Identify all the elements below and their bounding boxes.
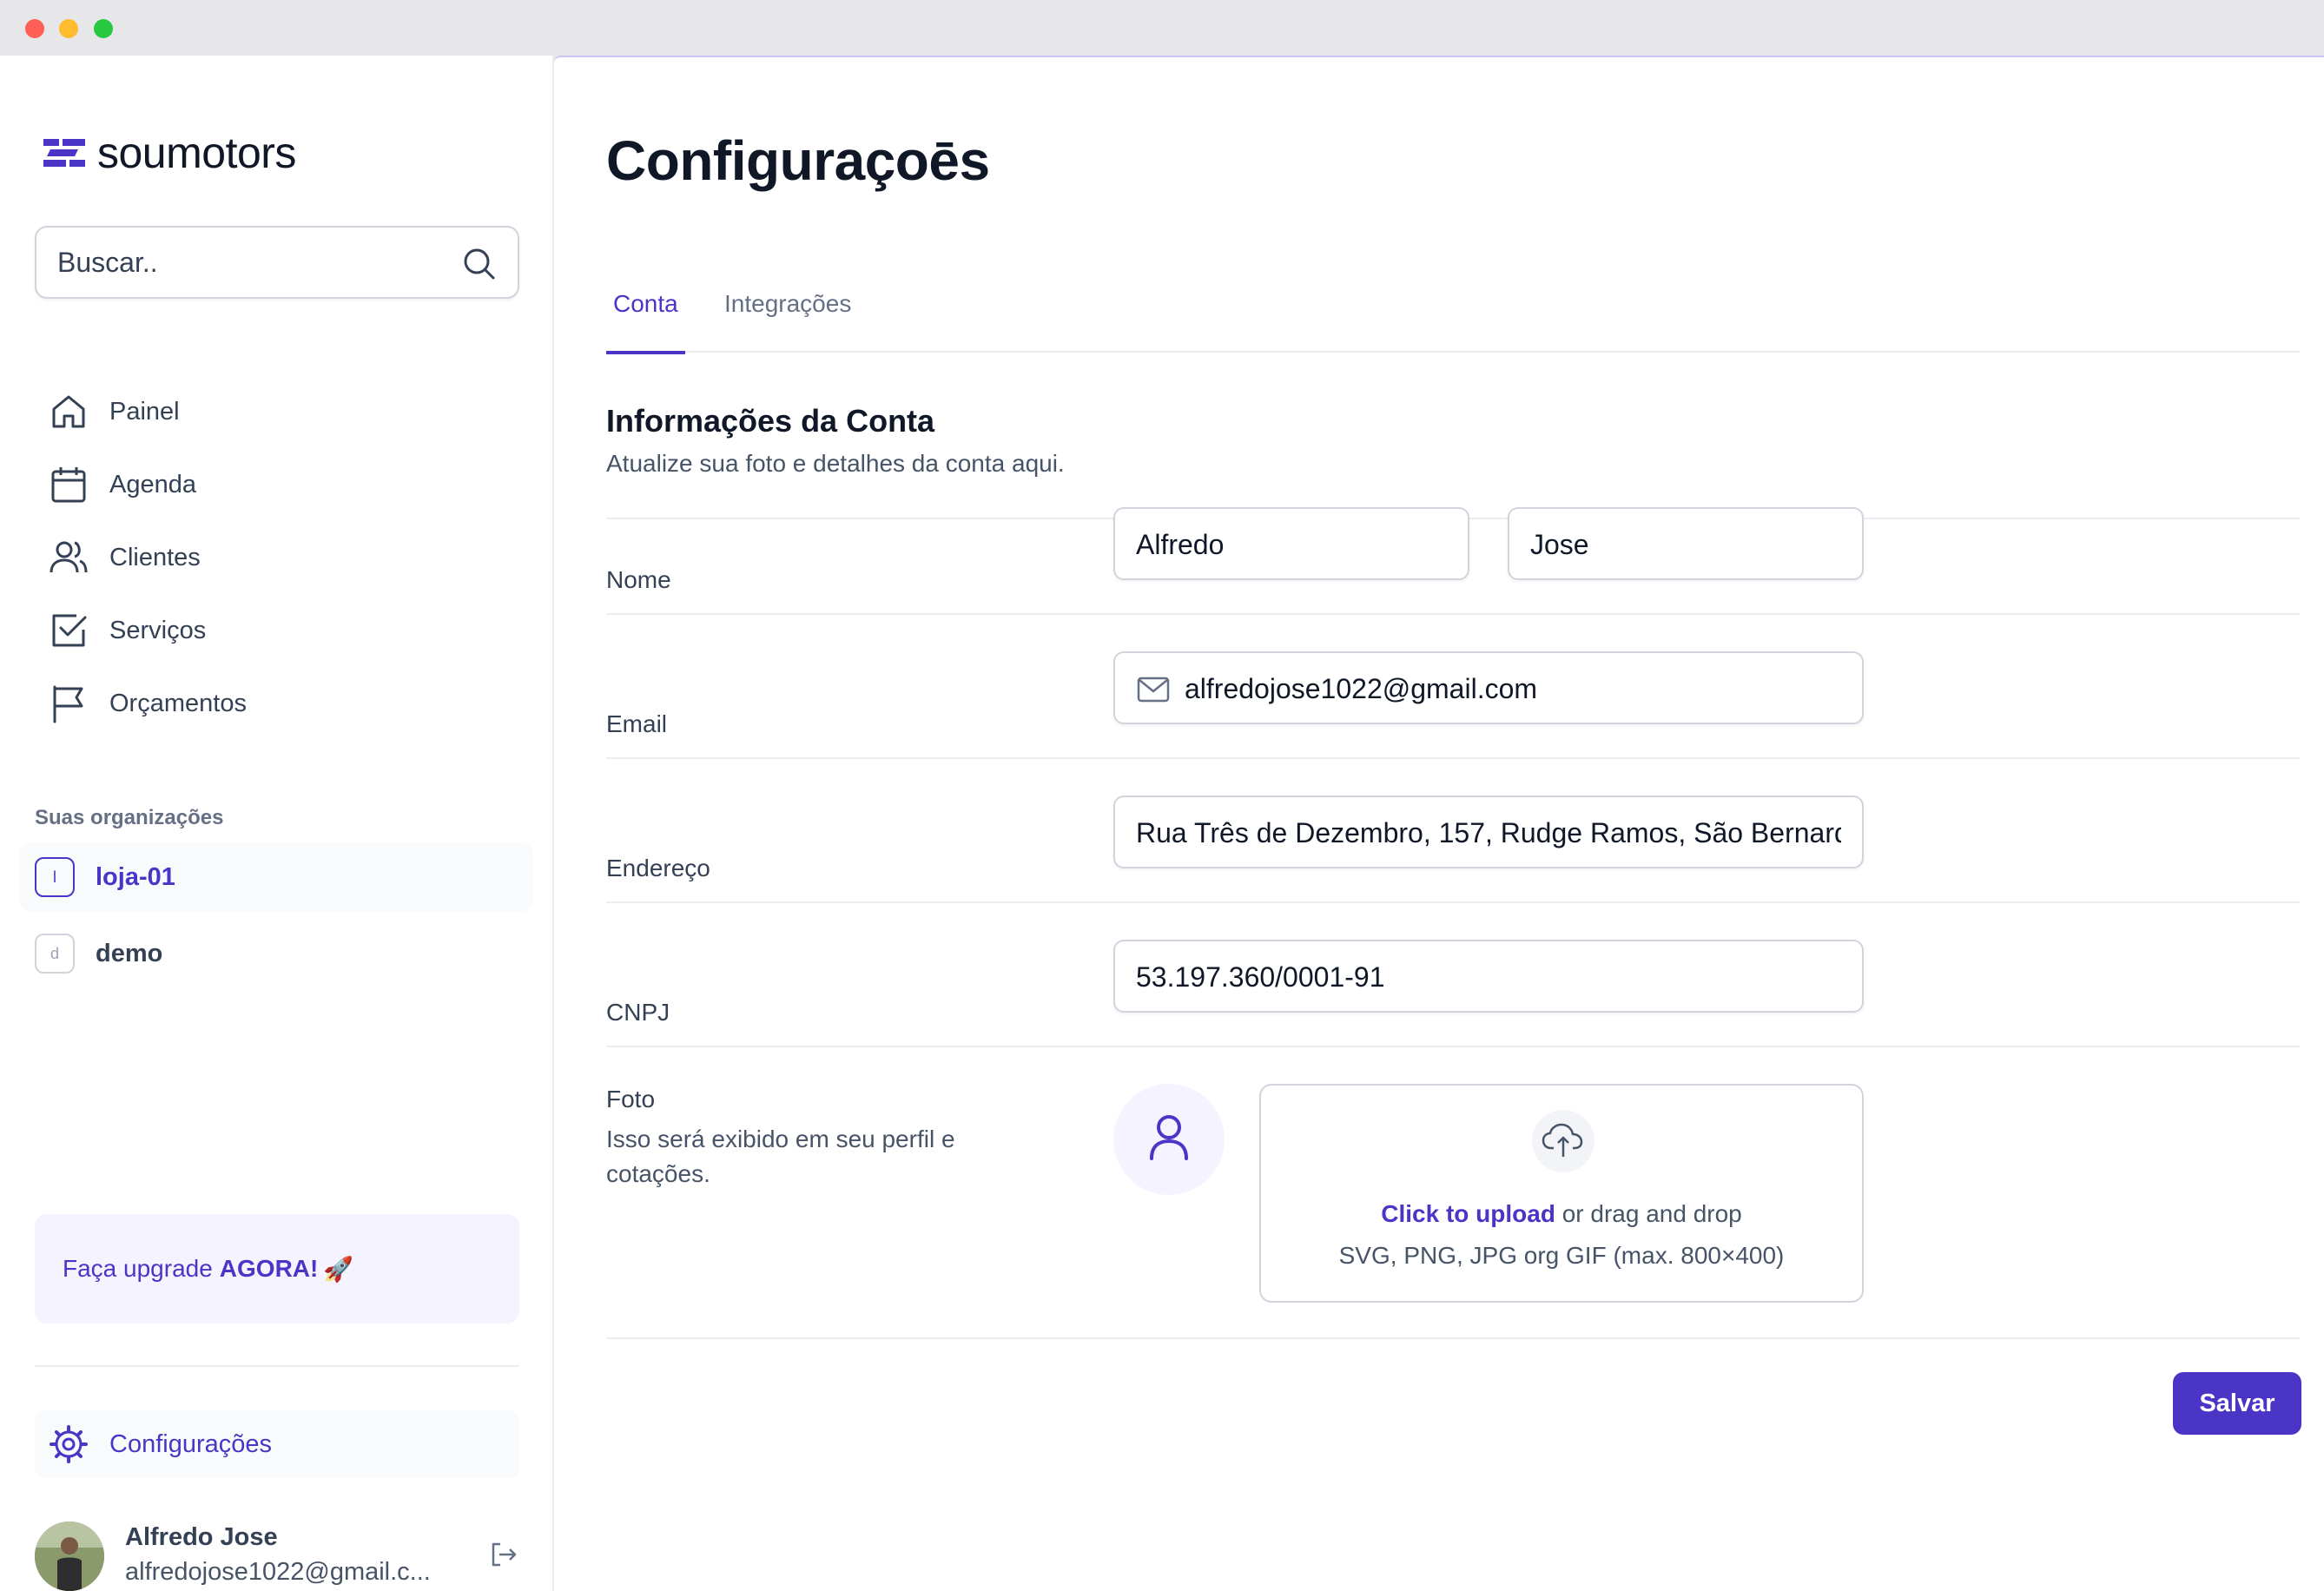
check-square-icon <box>52 614 87 647</box>
nav-item-agenda[interactable]: Agenda <box>35 448 521 521</box>
nav-label: Serviços <box>109 616 207 644</box>
window-titlebar <box>0 0 2324 56</box>
upgrade-banner[interactable]: Faça upgrade AGORA! 🚀 <box>35 1214 519 1324</box>
upload-cloud-icon <box>1532 1110 1594 1172</box>
org-item-demo[interactable]: d demo <box>19 919 533 988</box>
home-icon <box>52 395 85 428</box>
cnpj-label: CNPJ <box>606 999 670 1026</box>
org-item-loja-01[interactable]: l loja-01 <box>19 842 533 912</box>
upgrade-strong: AGORA! <box>219 1255 319 1282</box>
gear-icon <box>50 1425 88 1463</box>
cnpj-input[interactable] <box>1136 957 1841 997</box>
photo-placeholder[interactable] <box>1113 1084 1225 1195</box>
drag-drop-text: or drag and drop <box>1555 1200 1742 1227</box>
photo-label: Foto <box>606 1086 656 1112</box>
page-title: Configuraçoēs <box>606 129 990 192</box>
brand-logo[interactable]: soumotors <box>43 127 296 179</box>
rocket-icon: 🚀 <box>323 1255 354 1283</box>
name-label: Nome <box>606 566 671 593</box>
org-badge: l <box>35 857 75 897</box>
upgrade-text: Faça upgrade <box>63 1255 213 1282</box>
user-name: Alfredo Jose <box>125 1523 278 1551</box>
main-content: Configuraçoēs Conta Integrações Informaç… <box>554 56 2324 1591</box>
upload-formats: SVG, PNG, JPG org GIF (max. 800×400) <box>1338 1242 1785 1269</box>
nav-item-clientes[interactable]: Clientes <box>35 521 521 594</box>
address-field[interactable] <box>1113 796 1864 868</box>
org-name: demo <box>96 939 163 967</box>
soumotors-logo-icon <box>43 139 85 167</box>
organizations-title: Suas organizações <box>35 806 224 829</box>
section-title: Informações da Conta <box>606 403 935 439</box>
user-icon <box>1150 1115 1188 1160</box>
address-input[interactable] <box>1136 813 1841 853</box>
nav-item-servicos[interactable]: Serviços <box>35 594 521 667</box>
nav-label: Configurações <box>109 1429 272 1458</box>
email-label: Email <box>606 710 668 737</box>
last-name-input[interactable] <box>1530 525 1841 564</box>
calendar-icon <box>51 467 86 503</box>
divider <box>606 613 2300 615</box>
tab-bar: Conta Integrações <box>606 264 2300 354</box>
photo-help-text: Isso será exibido em seu perfil e cotaçõ… <box>606 1126 955 1187</box>
brand-name: soumotors <box>97 129 296 177</box>
avatar[interactable] <box>35 1522 104 1591</box>
user-profile: Alfredo Jose alfredojose1022@gmail.c... <box>35 1522 521 1591</box>
main-nav: Painel Agenda Clientes Serviços Orçament… <box>35 375 521 740</box>
org-name: loja-01 <box>96 862 175 891</box>
logout-icon[interactable] <box>486 1537 521 1572</box>
email-field[interactable] <box>1113 651 1864 724</box>
click-to-upload-link[interactable]: Click to upload <box>1381 1200 1555 1227</box>
search-input[interactable] <box>57 243 457 281</box>
sidebar: soumotors Painel <box>0 56 554 1591</box>
tab-conta[interactable]: Conta <box>606 290 685 354</box>
divider <box>606 901 2300 903</box>
upload-dropzone[interactable]: Click to upload or drag and drop SVG, PN… <box>1259 1084 1864 1303</box>
tab-integracoes[interactable]: Integrações <box>724 290 851 353</box>
divider <box>606 1337 2300 1339</box>
nav-label: Agenda <box>109 470 196 498</box>
avatar-image <box>35 1522 104 1591</box>
email-input[interactable] <box>1185 669 1841 709</box>
flag-icon <box>53 685 83 723</box>
divider <box>606 1046 2300 1047</box>
sidebar-divider <box>35 1365 519 1367</box>
minimize-window-button[interactable] <box>59 19 78 38</box>
nav-item-painel[interactable]: Painel <box>35 375 521 448</box>
upload-instructions: Click to upload or drag and drop <box>1261 1200 1862 1228</box>
users-icon <box>50 541 88 573</box>
user-email: alfredojose1022@gmail.c... <box>125 1558 431 1586</box>
nav-label: Painel <box>109 397 180 426</box>
address-label: Endereço <box>606 855 710 881</box>
nav-label: Clientes <box>109 543 201 571</box>
close-window-button[interactable] <box>25 19 44 38</box>
nav-item-orcamentos[interactable]: Orçamentos <box>35 667 521 740</box>
save-button[interactable]: Salvar <box>2173 1372 2301 1435</box>
nav-label: Orçamentos <box>109 689 247 717</box>
mail-icon <box>1137 677 1170 703</box>
last-name-field[interactable] <box>1508 507 1864 580</box>
app-window: soumotors Painel <box>0 0 2324 1591</box>
cnpj-field[interactable] <box>1113 940 1864 1013</box>
first-name-field[interactable] <box>1113 507 1469 580</box>
maximize-window-button[interactable] <box>94 19 113 38</box>
search-icon[interactable] <box>462 247 497 281</box>
divider <box>606 757 2300 759</box>
first-name-input[interactable] <box>1136 525 1447 564</box>
org-badge: d <box>35 934 75 974</box>
section-subtitle: Atualize sua foto e detalhes da conta aq… <box>606 450 1065 477</box>
search-box[interactable] <box>35 226 519 299</box>
nav-item-configuracoes[interactable]: Configurações <box>35 1410 519 1478</box>
